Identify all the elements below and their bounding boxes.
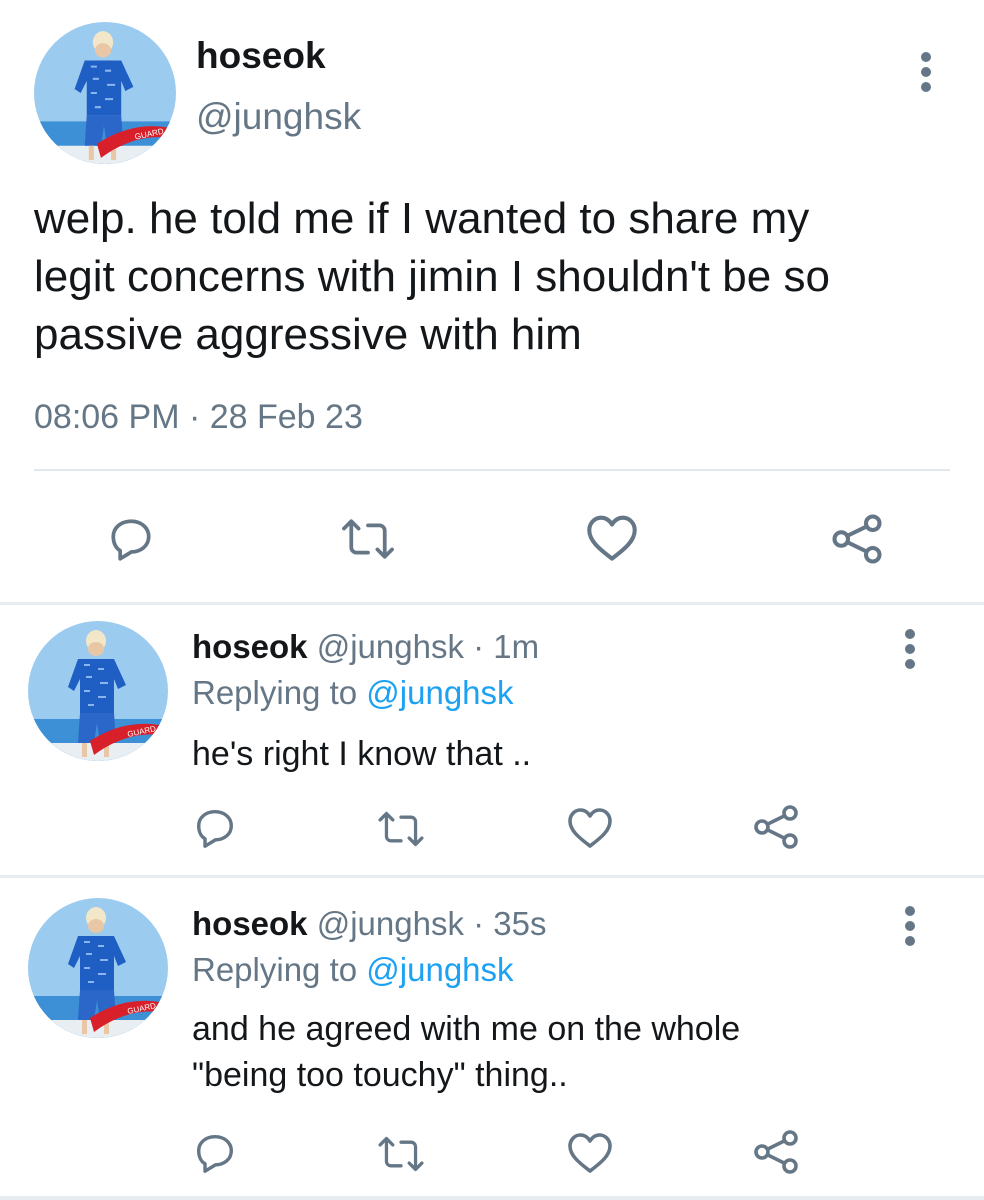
reply-icon[interactable]: [106, 514, 156, 564]
avatar[interactable]: [28, 898, 168, 1038]
display-name[interactable]: hoseok: [192, 628, 308, 665]
like-icon[interactable]: [566, 1130, 614, 1174]
handle-and-time[interactable]: @junghsk · 1m: [317, 628, 539, 665]
replying-to-handle[interactable]: @junghsk: [366, 674, 513, 711]
replying-to-label: Replying to: [192, 951, 358, 988]
handle-and-time[interactable]: @junghsk · 35s: [317, 905, 547, 942]
tweet-text: and he agreed with me on the whole "bein…: [192, 1010, 741, 1094]
like-icon[interactable]: [566, 805, 614, 849]
divider: [0, 1196, 984, 1200]
tweet-actions: [0, 500, 984, 580]
reply-header: hoseok @junghsk · 1m: [192, 627, 539, 667]
reply-header: hoseok @junghsk · 35s: [192, 904, 547, 944]
user-handle[interactable]: @junghsk: [196, 95, 361, 139]
display-name[interactable]: hoseok: [192, 905, 308, 942]
main-tweet[interactable]: hoseok @junghsk welp. he told me if I wa…: [0, 0, 984, 602]
replying-to-label: Replying to: [192, 674, 358, 711]
avatar[interactable]: [34, 22, 176, 164]
retweet-icon[interactable]: [340, 516, 396, 562]
like-icon[interactable]: [584, 512, 640, 562]
tweet-timestamp[interactable]: 08:06 PM · 28 Feb 23: [34, 396, 363, 438]
replying-to-handle[interactable]: @junghsk: [366, 951, 513, 988]
share-icon[interactable]: [752, 803, 800, 851]
replying-to: Replying to @junghsk: [192, 673, 514, 713]
retweet-icon[interactable]: [376, 1134, 426, 1174]
replying-to: Replying to @junghsk: [192, 950, 514, 990]
reply-tweet[interactable]: hoseok @junghsk · 1m Replying to @junghs…: [0, 605, 984, 875]
share-icon[interactable]: [752, 1128, 800, 1176]
more-options-icon[interactable]: [904, 629, 916, 669]
reply-tweet[interactable]: hoseok @junghsk · 35s Replying to @jungh…: [0, 878, 984, 1196]
tweet-text: welp. he told me if I wanted to share my…: [34, 194, 830, 359]
display-name[interactable]: hoseok: [196, 34, 326, 78]
share-icon[interactable]: [830, 512, 884, 566]
more-options-icon[interactable]: [920, 52, 932, 92]
divider: [34, 469, 950, 471]
avatar[interactable]: [28, 621, 168, 761]
retweet-icon[interactable]: [376, 809, 426, 849]
reply-icon[interactable]: [192, 1130, 238, 1176]
tweet-text: he's right I know that ..: [192, 735, 532, 773]
tweet-thread: hoseok @junghsk welp. he told me if I wa…: [0, 0, 984, 1200]
reply-icon[interactable]: [192, 805, 238, 851]
more-options-icon[interactable]: [904, 906, 916, 946]
